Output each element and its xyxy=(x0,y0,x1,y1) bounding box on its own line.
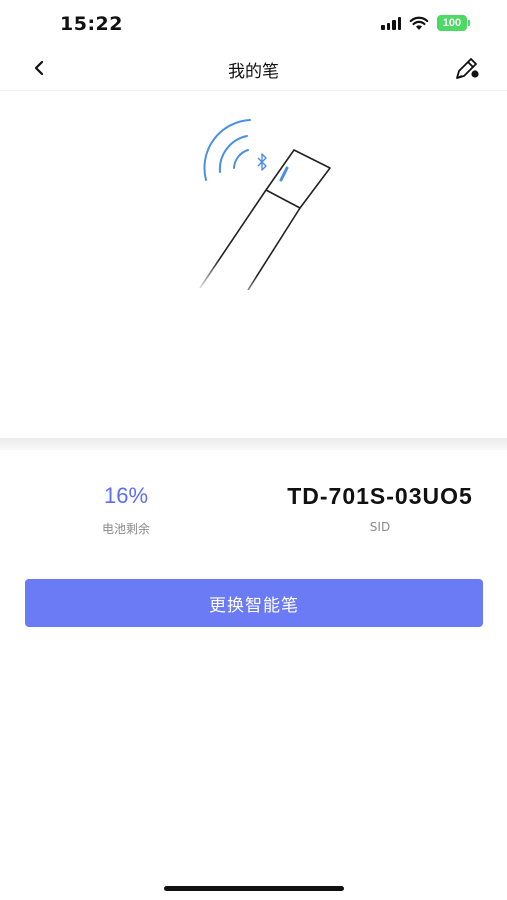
battery-remaining-value: 16% xyxy=(103,483,149,508)
sid-value: TD-701S-03UO5 xyxy=(287,483,473,509)
cellular-signal-icon xyxy=(381,16,401,30)
battery-level: 100 xyxy=(442,17,462,29)
page-title: 我的笔 xyxy=(228,62,279,82)
edit-pen-button[interactable] xyxy=(451,53,483,85)
home-indicator[interactable] xyxy=(164,886,344,891)
battery-remaining-label: 电池剩余 xyxy=(101,522,150,536)
status-bar: 15:22 100 xyxy=(0,0,507,48)
bluetooth-icon xyxy=(257,153,267,171)
bluetooth-signal-waves-icon xyxy=(203,119,251,181)
status-time: 15:22 xyxy=(60,13,123,35)
sid-label: SID xyxy=(369,520,391,534)
wifi-icon xyxy=(409,16,429,30)
battery-icon: 100 xyxy=(437,15,470,31)
smart-pen-illustration xyxy=(190,119,340,290)
section-divider xyxy=(0,438,507,450)
nav-bar: 我的笔 xyxy=(0,48,507,91)
battery-remaining-stat: 16% 电池剩余 xyxy=(66,480,186,537)
status-icons: 100 xyxy=(381,15,470,31)
replace-pen-button[interactable]: 更换智能笔 xyxy=(25,579,483,627)
sid-stat: TD-701S-03UO5 SID xyxy=(250,480,507,534)
pen-edit-icon xyxy=(456,58,479,79)
